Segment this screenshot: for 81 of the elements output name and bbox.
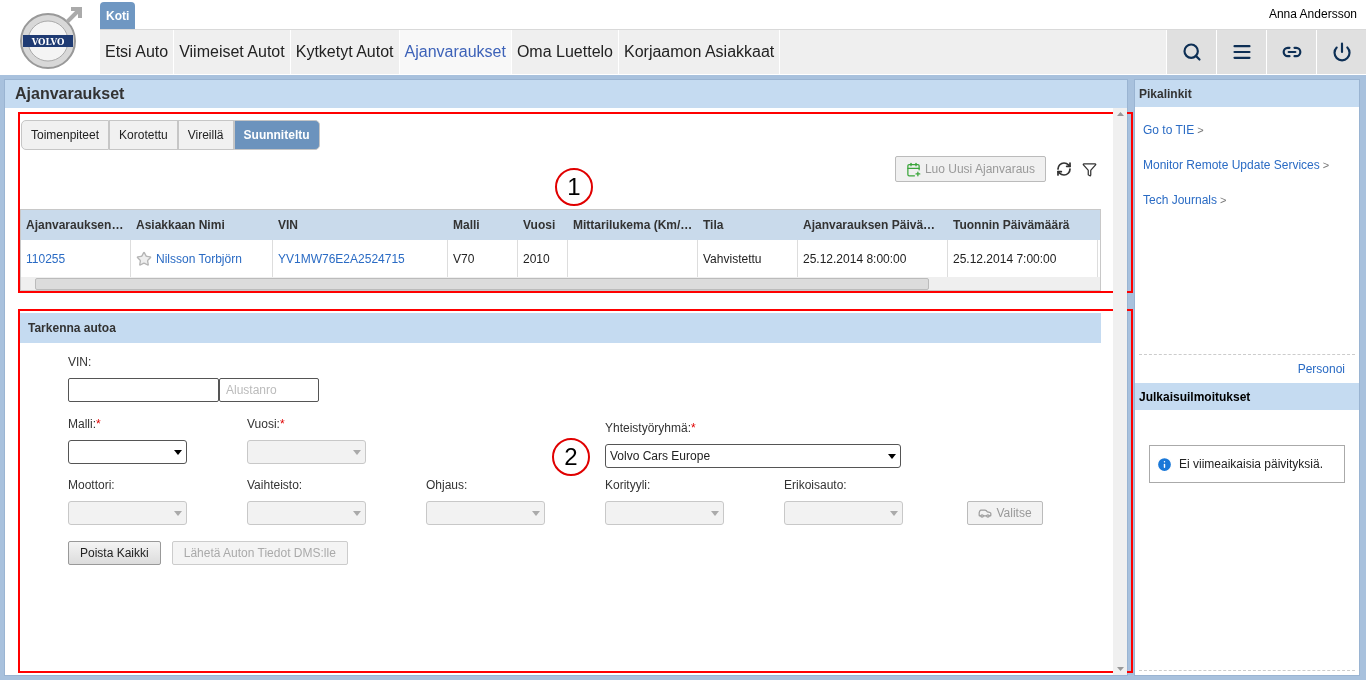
section-title: Tarkenna autoa [20, 313, 1101, 343]
link-marker: > [1197, 122, 1204, 138]
dropdown-caret-icon [890, 510, 898, 516]
column-header[interactable]: Mittarilukema (Km/… [568, 210, 698, 240]
select-field[interactable] [68, 440, 187, 464]
field-label: Vaihteisto: [247, 477, 304, 494]
toolbar-button[interactable] [1266, 30, 1316, 74]
search-icon [1181, 42, 1202, 62]
panel-title: Julkaisuilmoitukset [1135, 383, 1359, 410]
quick-link[interactable]: Go to TIE [1143, 121, 1195, 139]
column-header[interactable]: Tuonnin Päivämäärä [948, 210, 1098, 240]
callout-number: 2 [552, 438, 590, 476]
table-cell-text: V70 [453, 250, 475, 268]
nav-tab[interactable]: Etsi Auto [100, 30, 175, 74]
link-marker: > [1322, 157, 1330, 173]
nav-tab[interactable]: Oma Luettelo [511, 30, 619, 74]
dropdown-caret-icon [888, 453, 896, 459]
column-header[interactable]: Tila [698, 210, 798, 240]
nav-tab[interactable]: Korjaamon Asiakkaat [619, 30, 781, 74]
column-header[interactable]: Vuosi [518, 210, 568, 240]
select-field[interactable]: Volvo Cars Europe [605, 444, 901, 468]
link-marker: > [1220, 192, 1227, 208]
toolbar-button[interactable] [1316, 30, 1366, 74]
calendar-plus-icon [905, 161, 921, 177]
nav-tab[interactable]: Kytketyt Autot [290, 30, 400, 74]
notice-text: Ei viimeaikaisia päivityksiä. [1179, 456, 1324, 473]
field-label: Vuosi:* [247, 416, 286, 433]
field-label: Erikoisauto: [784, 477, 848, 494]
horizontal-scrollbar[interactable] [21, 277, 1100, 290]
scroll-down-icon[interactable] [1116, 667, 1124, 671]
user-name: Anna Andersson [1268, 6, 1357, 23]
favorite-star-icon[interactable] [136, 250, 152, 267]
toolbar-button[interactable] [1166, 30, 1216, 74]
toolbar-button[interactable] [1216, 30, 1266, 74]
field-label: Korityyli: [605, 477, 652, 494]
callout-number: 1 [555, 168, 593, 206]
car-icon [978, 506, 993, 520]
column-header[interactable]: Ajanvarauksen Päivä… [798, 210, 948, 240]
panel-title: Pikalinkit [1135, 80, 1359, 107]
scroll-up-icon[interactable] [1116, 112, 1124, 116]
dropdown-caret-icon [353, 510, 361, 516]
menu-icon [1231, 42, 1252, 62]
filter-icon[interactable] [1082, 161, 1097, 177]
table-cell-text: 2010 [523, 250, 550, 268]
info-icon [1156, 455, 1173, 473]
chassis-number-input[interactable]: Alustanro [219, 378, 319, 402]
table-cell-text: 25.12.2014 8:00:00 [803, 250, 907, 268]
vertical-scrollbar[interactable] [1113, 108, 1127, 675]
nav-tab[interactable]: Viimeiset Autot [174, 30, 291, 74]
dropdown-caret-icon [174, 449, 182, 455]
tab[interactable]: Korotettu [109, 120, 178, 150]
dropdown-caret-icon [353, 449, 361, 455]
power-icon [1331, 42, 1352, 62]
tab[interactable]: Vireillä [177, 120, 234, 150]
column-header[interactable]: Ajanvarauksen… [21, 210, 131, 240]
select-value: Volvo Cars Europe [610, 448, 711, 465]
column-header[interactable]: Malli [448, 210, 518, 240]
panel-title: Ajanvaraukset [5, 80, 1127, 108]
dropdown-caret-icon [174, 510, 182, 516]
refresh-icon[interactable] [1056, 161, 1072, 177]
personalize-link[interactable]: Personoi [1297, 360, 1345, 378]
dropdown-caret-icon [711, 510, 719, 516]
nav-tab[interactable]: Ajanvaraukset [399, 30, 512, 74]
table-cell-text: 25.12.2014 7:00:00 [953, 250, 1057, 268]
field-label: Yhteistyöryhmä:* [605, 420, 697, 437]
tab[interactable]: Toimenpiteet [21, 120, 110, 150]
column-header[interactable]: VIN [273, 210, 448, 240]
vin-input[interactable] [68, 378, 219, 402]
field-label: Malli:* [68, 416, 102, 433]
field-label: Moottori: [68, 477, 116, 494]
dropdown-caret-icon [532, 510, 540, 516]
table-link[interactable]: Nilsson Torbjörn [156, 249, 242, 268]
table-link[interactable]: YV1MW76E2A2524715 [278, 249, 405, 268]
form-button[interactable]: Poista Kaikki [68, 541, 161, 565]
field-label: Ohjaus: [426, 477, 469, 494]
table-cell-text: Vahvistettu [703, 250, 762, 268]
field-label: VIN: [68, 354, 93, 371]
quick-link[interactable]: Tech Journals [1143, 191, 1218, 209]
table-link[interactable]: 110255 [26, 249, 66, 268]
quick-link[interactable]: Monitor Remote Update Services [1143, 156, 1320, 174]
column-header[interactable]: Asiakkaan Nimi [131, 210, 273, 240]
